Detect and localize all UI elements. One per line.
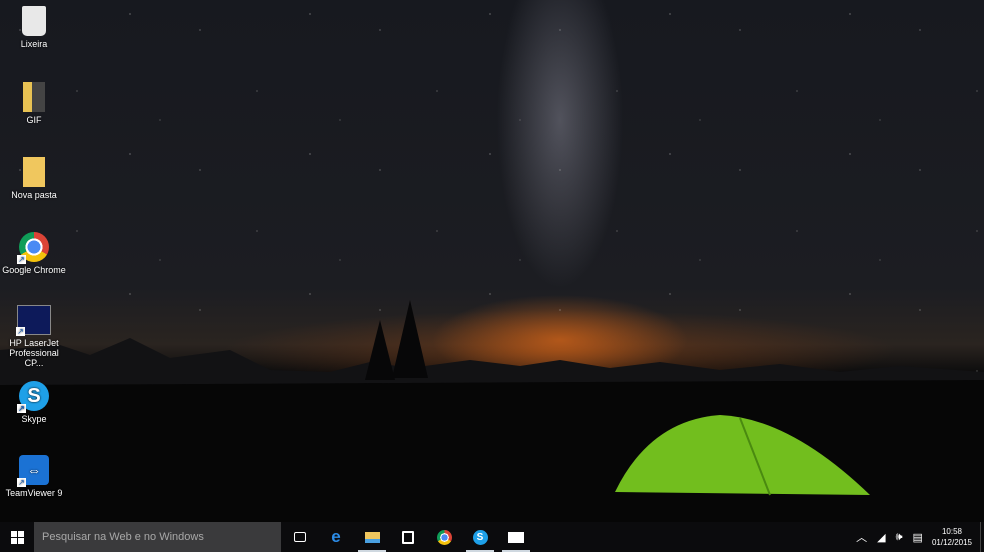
clock[interactable]: 10:58 01/12/2015 [932, 526, 972, 548]
task-view-button[interactable] [282, 522, 318, 552]
desktop-icon-hp-laserjet[interactable]: ↗ HP LaserJet Professional CP... [0, 305, 68, 368]
chrome-icon [436, 529, 452, 545]
recycle-bin-icon [22, 6, 46, 36]
taskbar-mail[interactable] [498, 522, 534, 552]
skype-icon: S [472, 529, 488, 545]
icon-label: HP LaserJet Professional CP... [9, 338, 59, 368]
folder-icon [23, 82, 45, 112]
folder-icon [23, 157, 45, 187]
icon-label: Skype [21, 414, 47, 424]
search-placeholder: Pesquisar na Web e no Windows [42, 531, 204, 543]
teamviewer-icon: ⇔ ↗ [17, 455, 49, 487]
start-button[interactable] [0, 522, 34, 552]
taskbar-edge[interactable]: e [318, 522, 354, 552]
windows-logo-icon [10, 530, 24, 544]
volume-icon[interactable]: 🕪 [896, 531, 903, 544]
folder-icon [364, 531, 380, 543]
desktop-icon-skype[interactable]: S ↗ Skype [0, 381, 68, 424]
hp-printer-icon: ↗ [16, 305, 51, 336]
icon-label: GIF [26, 115, 42, 125]
task-view-icon [294, 532, 306, 542]
icon-label: Google Chrome [2, 265, 66, 275]
taskbar-chrome[interactable] [426, 522, 462, 552]
taskbar-file-explorer[interactable] [354, 522, 390, 552]
icon-label: Lixeira [20, 39, 48, 49]
taskbar-store[interactable] [390, 522, 426, 552]
show-desktop-button[interactable] [980, 522, 984, 552]
desktop-icon-nova-pasta[interactable]: Nova pasta [0, 157, 68, 200]
icon-label: Nova pasta [11, 190, 57, 200]
network-wifi-icon[interactable]: ◢ [877, 531, 885, 544]
action-center-icon[interactable]: ▤ [913, 531, 923, 544]
taskbar-skype[interactable]: S [462, 522, 498, 552]
icon-label: TeamViewer 9 [5, 488, 63, 498]
wallpaper-landscape [0, 300, 984, 522]
desktop-icon-recycle-bin[interactable]: Lixeira [0, 6, 68, 49]
store-icon [402, 530, 414, 544]
taskbar: Pesquisar na Web e no Windows e S ︿ ◢ 🕪 … [0, 522, 984, 552]
chrome-icon: ↗ [17, 232, 49, 264]
system-tray: ︿ ◢ 🕪 ▤ 10:58 01/12/2015 [851, 522, 984, 552]
desktop: Lixeira GIF Nova pasta ↗ Google Chrome ↗… [0, 0, 984, 522]
desktop-icon-gif[interactable]: GIF [0, 82, 68, 125]
skype-icon: S ↗ [17, 381, 49, 413]
show-hidden-icons-chevron-up-icon[interactable]: ︿ [856, 529, 867, 545]
desktop-icon-teamviewer[interactable]: ⇔ ↗ TeamViewer 9 [0, 455, 68, 498]
clock-date: 01/12/2015 [931, 538, 972, 547]
search-input[interactable]: Pesquisar na Web e no Windows [34, 522, 281, 552]
desktop-icon-google-chrome[interactable]: ↗ Google Chrome [0, 232, 68, 275]
clock-time: 10:58 [941, 527, 962, 536]
mail-icon [508, 531, 524, 543]
edge-icon: e [331, 527, 341, 546]
